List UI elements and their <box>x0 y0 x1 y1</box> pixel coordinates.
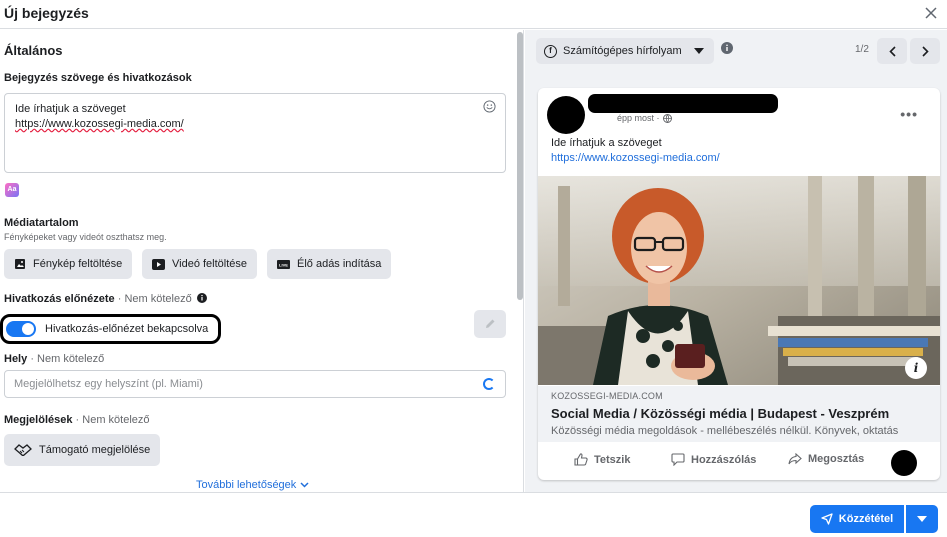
scrollbar[interactable] <box>517 32 523 300</box>
share-label: Megosztás <box>808 453 865 465</box>
tags-optional: · Nem kötelező <box>75 414 150 426</box>
photo-icon <box>15 259 25 269</box>
loading-spinner-icon <box>483 378 495 390</box>
upload-photo-button[interactable]: Fénykép feltöltése <box>4 249 133 279</box>
publish-label: Közzététel <box>838 513 894 525</box>
compose-panel: Általános Bejegyzés szövege és hivatkozá… <box>0 30 524 492</box>
comment-icon <box>671 453 685 466</box>
post-actions: Tetszik Hozzászólás Megosztás <box>538 446 940 476</box>
link-preview-title: Hivatkozás előnézete <box>4 293 115 305</box>
link-title: Social Media / Közösségi média | Budapes… <box>551 406 890 421</box>
media-label: Médiatartalom <box>4 217 79 229</box>
location-title: Hely <box>4 353 28 365</box>
location-optional: · Nem kötelező <box>30 353 105 365</box>
location-label: Hely · Nem kötelező <box>4 353 104 365</box>
location-placeholder: Megjelölhetsz egy helyszínt (pl. Miami) <box>14 378 203 390</box>
link-preview-label: Hivatkozás előnézete · Nem kötelező <box>4 293 207 305</box>
more-options-label: További lehetőségek <box>196 479 297 491</box>
upload-video-button[interactable]: Videó feltöltése <box>142 249 258 279</box>
close-icon[interactable] <box>923 5 939 21</box>
dialog-footer: Közzététel <box>0 492 947 537</box>
pencil-icon <box>486 319 495 328</box>
link-preview-toggle[interactable] <box>6 321 36 337</box>
caret-down-icon <box>693 48 704 54</box>
upload-photo-label: Fénykép feltöltése <box>33 258 123 270</box>
post-body-link[interactable]: https://www.kozossegi-media.com/ <box>551 151 720 166</box>
post-text-label: Bejegyzés szövege és hivatkozások <box>4 72 192 84</box>
facebook-icon: f <box>544 44 557 58</box>
link-preview-image[interactable]: i <box>538 176 940 385</box>
link-preview-toggle-row: Hivatkozás-előnézet bekapcsolva <box>0 314 221 344</box>
info-icon[interactable] <box>196 293 207 303</box>
chevron-down-icon <box>300 482 309 488</box>
placement-info-icon[interactable] <box>721 42 733 54</box>
dialog-header: Új bejegyzés <box>0 0 947 29</box>
post-text-line: Ide írhatjuk a szöveget <box>15 103 126 115</box>
section-title-general: Általános <box>4 43 63 58</box>
prev-preview-button[interactable] <box>877 38 907 64</box>
share-button[interactable]: Megosztás <box>788 453 864 465</box>
preview-pager: 1/2 <box>855 44 869 55</box>
link-domain: KOZOSSEGI-MEDIA.COM <box>551 391 663 401</box>
tag-sponsor-button[interactable]: Támogató megjelölése <box>4 434 161 466</box>
like-button[interactable]: Tetszik <box>574 453 630 466</box>
next-preview-button[interactable] <box>910 38 940 64</box>
tags-title: Megjelölések <box>4 414 73 426</box>
media-sublabel: Fényképeket vagy videót oszthatsz meg. <box>4 232 167 242</box>
chevron-right-icon <box>921 45 929 57</box>
send-icon <box>821 513 833 525</box>
placement-dropdown[interactable]: f Számítógépes hírfolyam <box>536 38 714 64</box>
publish-options-button[interactable] <box>906 505 938 533</box>
link-preview-optional: · Nem kötelező <box>117 293 192 305</box>
post-time-label: épp most · <box>617 113 660 123</box>
emoji-icon[interactable] <box>483 100 496 113</box>
comment-label: Hozzászólás <box>691 453 757 466</box>
globe-icon <box>662 113 672 123</box>
live-icon: LIVE <box>277 259 290 269</box>
video-icon <box>152 258 165 270</box>
page-avatar <box>547 96 585 134</box>
post-preview-card: épp most · ••• Ide írhatjuk a szöveget h… <box>538 88 940 480</box>
post-time: épp most · <box>617 113 672 123</box>
page-name-redacted <box>588 94 778 113</box>
chevron-left-icon <box>888 45 896 57</box>
tags-label: Megjelölések · Nem kötelező <box>4 414 150 426</box>
post-text-field[interactable]: Ide írhatjuk a szöveget https://www.kozo… <box>4 93 506 173</box>
go-live-label: Élő adás indítása <box>297 258 382 270</box>
dialog-title: Új bejegyzés <box>4 5 89 21</box>
edit-preview-button[interactable] <box>474 310 506 338</box>
link-preview-toggle-label: Hivatkozás-előnézet bekapcsolva <box>45 323 209 335</box>
placement-label: Számítógépes hírfolyam <box>563 45 682 57</box>
post-text-url: https://www.kozossegi-media.com/ <box>15 118 184 130</box>
actor-avatar[interactable] <box>891 450 917 476</box>
text-format-icon[interactable]: Aa <box>5 183 19 197</box>
photo-info-icon[interactable]: i <box>905 357 927 379</box>
handshake-icon <box>14 444 32 456</box>
portrait-photo <box>538 176 940 385</box>
more-options-icon[interactable]: ••• <box>900 106 918 122</box>
preview-panel: f Számítógépes hírfolyam 1/2 épp most · … <box>525 30 947 492</box>
like-label: Tetszik <box>594 453 631 466</box>
go-live-button[interactable]: LIVE Élő adás indítása <box>267 249 392 279</box>
tag-sponsor-label: Támogató megjelölése <box>39 444 151 456</box>
post-body-text: Ide írhatjuk a szöveget <box>551 137 662 149</box>
more-options-link[interactable]: További lehetőségek <box>196 479 309 491</box>
share-icon <box>788 453 802 465</box>
thumbs-up-icon <box>574 453 588 466</box>
location-input[interactable]: Megjelölhetsz egy helyszínt (pl. Miami) <box>4 370 506 398</box>
svg-text:LIVE: LIVE <box>279 262 288 267</box>
comment-button[interactable]: Hozzászólás <box>671 453 756 466</box>
caret-down-icon <box>917 516 927 522</box>
post-body: Ide írhatjuk a szöveget https://www.kozo… <box>551 136 720 166</box>
link-description: Közösségi média megoldások - mellébeszél… <box>551 425 899 437</box>
upload-video-label: Videó feltöltése <box>172 258 248 270</box>
publish-button[interactable]: Közzététel <box>810 505 904 533</box>
